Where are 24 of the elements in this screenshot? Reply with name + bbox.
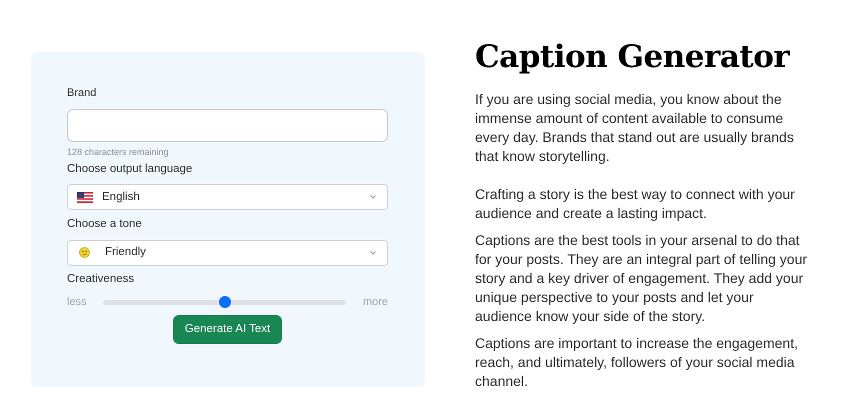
page-title: Caption Generator: [475, 38, 790, 77]
paragraph: Captions are important to increase the engagement, reach, and ultimately, followers of your social media channel.: [475, 334, 799, 391]
field-label: Brand: [67, 86, 98, 101]
tone-select[interactable]: Friendly: [67, 240, 388, 266]
smiley-icon: [79, 247, 90, 258]
characters-remaining: 128 characters remaining: [67, 146, 170, 159]
field-label: Choose output language: [67, 162, 194, 177]
chevron-down-icon: [370, 250, 376, 254]
field-label: Choose a tone: [67, 217, 143, 232]
selected-language: English: [102, 190, 140, 205]
paragraph: Captions are the best tools in your arsenal to do that for your posts. They are an integral part of telling your story and a key driver of engagement. They add your unique perspective to your posts and let your audience know your side of the story.: [475, 231, 808, 326]
slider-max-label: more: [362, 294, 388, 310]
generate-button[interactable]: Generate AI Text: [172, 315, 282, 344]
slider-min-label: less: [67, 294, 88, 310]
paragraph: If you are using social media, you know about the immense amount of content available to consume every day. Brands that stand out are usually brands that know storytelling.: [475, 90, 795, 166]
language-select[interactable]: English: [67, 184, 388, 210]
selected-tone: Friendly: [105, 244, 146, 260]
field-label: Creativeness: [67, 272, 136, 286]
chevron-down-icon: [370, 195, 376, 200]
flag-icon: [77, 192, 93, 203]
slider-thumb[interactable]: [218, 296, 230, 308]
paragraph: Crafting a story is the best way to connect with your audience and create a lasting impact.: [475, 185, 796, 223]
brand-input[interactable]: [67, 108, 388, 142]
creativeness-slider[interactable]: [103, 296, 346, 308]
